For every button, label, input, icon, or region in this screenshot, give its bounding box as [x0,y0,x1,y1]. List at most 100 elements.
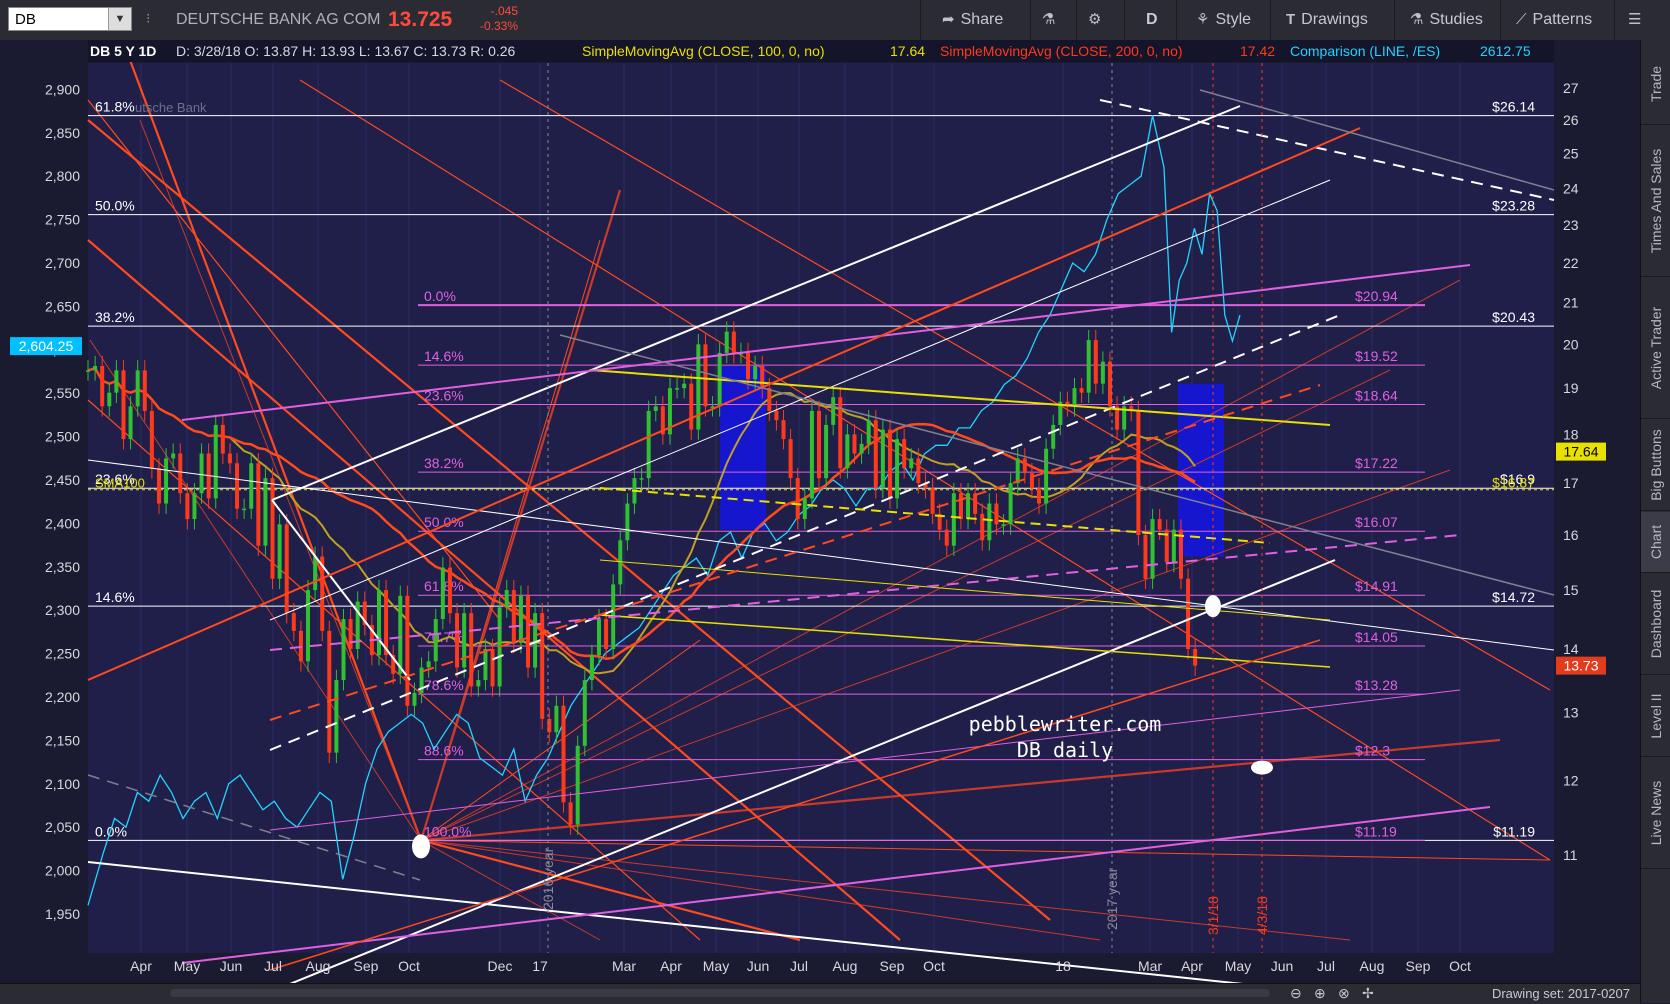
candle-body [440,567,445,620]
style-button[interactable]: ⚘ Style [1196,0,1251,40]
fib-short-price: $18.64 [1355,387,1398,403]
sidebar-tab-active-trader[interactable]: Active Trader [1641,278,1670,419]
left-tick-label: 2,400 [45,515,80,531]
zoom-out-icon[interactable]: ⊖ [1290,985,1302,1002]
candle-body [405,595,410,706]
candle-body [760,365,765,389]
x-tick-label: Apr [130,958,152,974]
left-tick-label: 2,100 [45,776,80,792]
zoom-in-icon[interactable]: ⊕ [1314,985,1326,1002]
candle-body [192,493,197,520]
candle-body [1008,483,1013,525]
settings-button[interactable]: ⚙ [1088,0,1107,40]
fib-short-label: 0.0% [424,288,456,304]
sidebar-tab-label: Trade [1648,65,1664,103]
symbol-input[interactable]: DB ▼ [8,7,132,31]
sidebar-tab-chart[interactable]: Chart [1641,512,1670,573]
sidebar-tab-trade[interactable]: Trade [1641,44,1670,125]
sidebar: Trade Times And Sales Active Trader Big But… [1640,40,1670,1003]
price-badge-label: 17.64 [1563,444,1598,460]
fib-short-price: $14.05 [1355,629,1398,645]
x-tick-label: May [1225,958,1251,974]
horizontal-scrollbar[interactable] [170,989,1270,997]
fib-short-price: $12.3 [1355,743,1390,759]
candle-body [809,410,814,499]
left-tick-label: 2,200 [45,689,80,705]
candle-body [242,508,247,511]
candle-body [994,503,999,525]
fib-short-price: $14.91 [1355,578,1398,594]
price-chart[interactable]: 61.8% $26.1450.0% $23.2838.2% $20.4323.6% $1… [0,40,1640,983]
x-tick-label: Apr [1181,958,1203,974]
candle-body [887,429,892,499]
link-icon[interactable]: ⁝ [146,10,150,27]
right-tick-label: 16 [1563,527,1579,543]
sidebar-tab-level-ii[interactable]: Level II [1641,676,1670,757]
study-header-text: SimpleMovingAvg (CLOSE, 200, 0, no) [940,43,1183,59]
candle-body [1150,519,1155,579]
period-button[interactable]: D [1146,0,1158,40]
candle-body [142,370,147,411]
right-tick-label: 13 [1563,704,1579,720]
text-tool-icon: T [1286,11,1296,28]
drawings-button[interactable]: T Drawings [1286,0,1368,40]
company-watermark: utsche Bank [135,100,207,115]
sidebar-tab-dashboard[interactable]: Dashboard [1641,574,1670,675]
left-tick-label: 2,650 [45,298,80,314]
x-tick-label: Mar [612,958,636,974]
candle-body [795,478,800,520]
candle-body [1093,340,1098,384]
right-tick-label: 20 [1563,336,1579,352]
candle-body [1051,424,1056,449]
candle-body [788,439,793,479]
candle-body [93,365,98,371]
x-tick-label: Apr [660,958,682,974]
candle-body [1136,410,1141,535]
candle-body [859,443,864,454]
x-tick-label: Jul [1317,958,1335,974]
toolbar: DB ▼ ⁝ DEUTSCHE BANK AG COM 13.725 -.045-… [0,0,1670,41]
share-icon: ➦ [942,11,955,28]
left-tick-label: 2,350 [45,559,80,575]
cursor-icon[interactable]: ✢ [1362,985,1374,1002]
patterns-button[interactable]: ⟋ Patterns [1516,0,1592,40]
status-bar: ⊖ ⊕ ⊗ ✢ Drawing set: 2017-0207 [0,983,1640,1004]
candle-body [873,420,878,489]
candle-body [178,453,183,494]
candle-body [1107,361,1112,407]
sidebar-tab-times-and-sales[interactable]: Times And Sales [1641,126,1670,277]
drawing-set-label: Drawing set: 2017-0207 [1491,986,1630,1001]
left-tick-label: 2,050 [45,819,80,835]
sidebar-tab-live-news[interactable]: Live News [1641,758,1670,869]
symbol-dropdown-icon[interactable]: ▼ [108,8,131,30]
flask-button[interactable]: ⚗ [1042,0,1061,40]
x-tick-label: Jul [790,958,808,974]
candle-body [121,370,126,440]
candle-body [306,590,311,662]
right-tick-label: 25 [1563,146,1579,162]
x-tick-label: Oct [1449,958,1471,974]
x-tick-label: Oct [398,958,420,974]
target-marker [1205,595,1221,618]
vertical-marker-label: 4/3/18 [1254,896,1270,935]
candle-body [1100,361,1105,384]
share-button[interactable]: ➦ Share [942,0,1003,40]
x-tick-label: Aug [833,958,858,974]
right-tick-label: 26 [1563,112,1579,128]
sidebar-tab-label: Times And Sales [1648,148,1664,254]
sidebar-tab-big-buttons[interactable]: Big Buttons [1641,420,1670,511]
left-tick-label: 2,500 [45,429,80,445]
menu-button[interactable]: ☰ [1628,0,1647,40]
candle-body [625,503,630,541]
drawings-label: Drawings [1301,11,1368,28]
candle-body [817,410,821,479]
candle-body [902,439,907,469]
studies-label: Studies [1429,11,1483,28]
reset-zoom-icon[interactable]: ⊗ [1338,985,1350,1002]
candle-body [604,619,609,650]
price-change: -.045 -0.33% [478,4,518,34]
candle-body [249,463,254,509]
x-tick-label: 17 [532,958,548,974]
studies-button[interactable]: ⚗ Studies [1410,0,1483,40]
fib-level-label: 14.6% [95,589,135,605]
